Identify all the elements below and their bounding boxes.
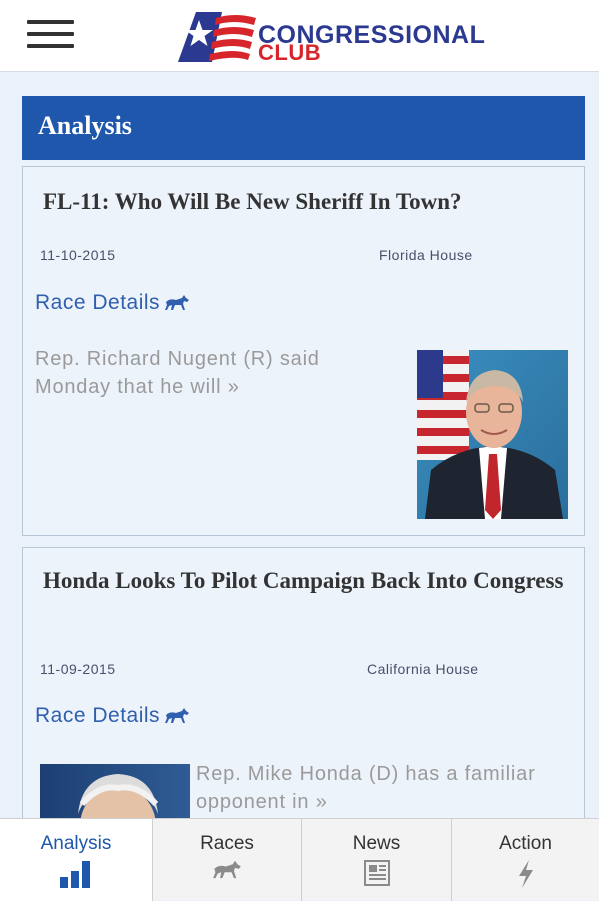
race-details-label: Race Details: [35, 704, 161, 727]
race-details-label: Race Details: [35, 291, 161, 314]
section-title: Analysis: [38, 111, 132, 140]
star-flag-logo-icon: [178, 12, 256, 62]
tab-news[interactable]: News: [302, 819, 452, 901]
tab-races[interactable]: Races: [153, 819, 302, 901]
article-title[interactable]: Honda Looks To Pilot Campaign Back Into …: [43, 564, 564, 597]
newspaper-icon: [363, 860, 390, 886]
article-title[interactable]: FL-11: Who Will Be New Sheriff In Town?: [43, 185, 564, 218]
tab-action[interactable]: Action: [452, 819, 599, 901]
article-category: Florida House: [379, 247, 473, 263]
article-card[interactable]: Honda Looks To Pilot Campaign Back Into …: [22, 547, 585, 847]
app-header: CONGRESSIONAL CLUB: [0, 0, 599, 72]
tab-analysis[interactable]: Analysis: [0, 819, 153, 901]
section-header: Analysis: [22, 96, 585, 160]
tab-analysis-label: Analysis: [40, 833, 112, 854]
tab-races-label: Races: [200, 833, 254, 854]
horse-icon: [165, 708, 190, 724]
hamburger-menu-icon[interactable]: [27, 20, 75, 50]
app-logo[interactable]: CONGRESSIONAL CLUB: [176, 8, 496, 65]
article-photo[interactable]: [417, 350, 568, 519]
article-excerpt[interactable]: Rep. Richard Nugent (R) said Monday that…: [35, 345, 400, 401]
tab-news-label: News: [352, 833, 401, 854]
article-category: California House: [367, 661, 479, 677]
article-excerpt[interactable]: Rep. Mike Honda (D) has a familiar oppon…: [196, 760, 556, 816]
bar-chart-icon: [60, 861, 90, 888]
logo-text-club: CLUB: [258, 40, 322, 65]
horse-icon: [213, 860, 241, 879]
race-details-link[interactable]: Race Details: [35, 291, 190, 315]
tab-action-label: Action: [499, 833, 552, 854]
bottom-nav: Analysis Races News Action: [0, 818, 599, 901]
article-date: 11-10-2015: [40, 247, 116, 263]
horse-icon: [165, 295, 190, 311]
race-details-link[interactable]: Race Details: [35, 704, 190, 728]
lightning-icon: [518, 860, 533, 888]
article-card[interactable]: FL-11: Who Will Be New Sheriff In Town? …: [22, 166, 585, 536]
article-date: 11-09-2015: [40, 661, 116, 677]
